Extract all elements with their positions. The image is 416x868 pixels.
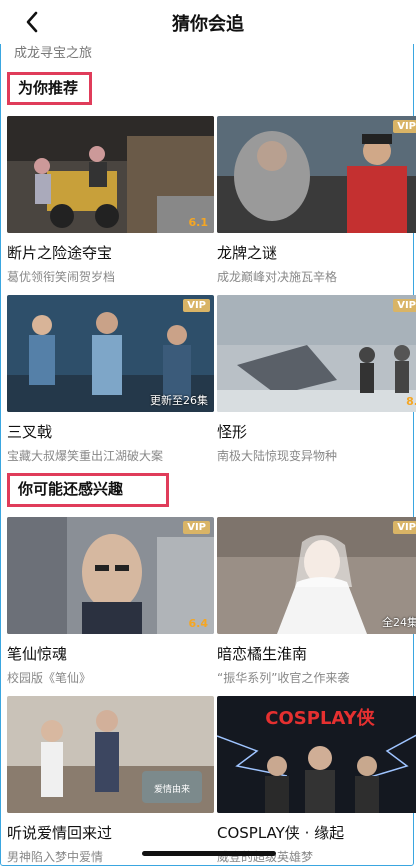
video-thumbnail[interactable]: VIP [217, 116, 416, 233]
video-title: 三叉戟 [7, 423, 53, 441]
video-title: 暗恋橘生淮南 [217, 645, 308, 663]
section-interest-heading: 你可能还感兴趣 [7, 473, 169, 507]
video-description: “振华系列”收官之作来袭 [217, 671, 350, 685]
video-card[interactable]: VIP 全24集 暗恋橘生淮南 “振华系列”收官之作来袭 [217, 517, 416, 686]
page-title: 猜你会追 [172, 14, 244, 35]
video-thumbnail[interactable]: VIP 全24集 [217, 517, 416, 634]
video-card[interactable]: VIP 6.4 笔仙惊魂 校园版《笔仙》 [7, 517, 214, 686]
episode-status: 全24集 [382, 616, 416, 629]
video-title: 听说爱情回来过 [7, 824, 113, 842]
vip-badge: VIP [183, 521, 210, 534]
video-description: 宝藏大叔爆笑重出江湖破大案 [7, 449, 164, 463]
rating-score: 6.4 [188, 617, 209, 630]
section-title: 你可能还感兴趣 [18, 480, 124, 498]
video-title: 断片之险途夺宝 [7, 244, 113, 262]
video-description: 成龙巅峰对决施瓦辛格 [217, 270, 338, 284]
video-thumbnail[interactable]: 6.1 [7, 116, 214, 233]
cafe-sign-text: 爱情由来 [154, 783, 190, 795]
video-card[interactable]: 6.1 断片之险途夺宝 葛优领衔笑闹贺岁档 [7, 116, 214, 285]
video-card[interactable]: VIP 龙牌之谜 成龙巅峰对决施瓦辛格 [217, 116, 416, 285]
previous-item-subtitle: 成龙寻宝之旅 [14, 46, 93, 61]
section-title: 为你推荐 [18, 79, 79, 97]
video-card[interactable]: COSPLAY侠 COSPLAY侠 · 缘起 威登的超级英雄梦 [217, 696, 416, 865]
video-thumbnail[interactable]: VIP 更新至26集 [7, 295, 214, 412]
vip-badge: VIP [393, 521, 416, 534]
rating-score: 8. [406, 395, 416, 408]
episode-status: 更新至26集 [150, 394, 208, 407]
video-title: 笔仙惊魂 [7, 645, 68, 663]
video-thumbnail[interactable]: 爱情由来 [7, 696, 214, 813]
poster-title-text: COSPLAY侠 [265, 707, 375, 729]
video-thumbnail[interactable]: VIP 6.4 [7, 517, 214, 634]
video-card[interactable]: 爱情由来 听说爱情回来过 男神陷入梦中爱情 [7, 696, 214, 865]
video-title: 怪形 [217, 423, 248, 441]
video-thumbnail[interactable]: VIP 8. [217, 295, 416, 412]
rating-score: 6.1 [188, 216, 209, 229]
vip-badge: VIP [183, 299, 210, 312]
top-bar: 猜你会追 [0, 0, 416, 44]
video-card[interactable]: VIP 8. 怪形 南极大陆惊现变异物种 [217, 295, 416, 464]
home-indicator[interactable] [142, 851, 276, 856]
video-title: 龙牌之谜 [217, 244, 278, 262]
video-description: 南极大陆惊现变异物种 [217, 449, 338, 463]
video-description: 校园版《笔仙》 [7, 671, 92, 685]
vip-badge: VIP [393, 299, 416, 312]
video-thumbnail[interactable]: COSPLAY侠 [217, 696, 416, 813]
video-card[interactable]: VIP 更新至26集 三叉戟 宝藏大叔爆笑重出江湖破大案 [7, 295, 214, 464]
vip-badge: VIP [393, 120, 416, 133]
video-title: COSPLAY侠 · 缘起 [217, 824, 345, 842]
section-recommended-heading: 为你推荐 [7, 72, 92, 105]
video-description: 葛优领衔笑闹贺岁档 [7, 270, 116, 284]
